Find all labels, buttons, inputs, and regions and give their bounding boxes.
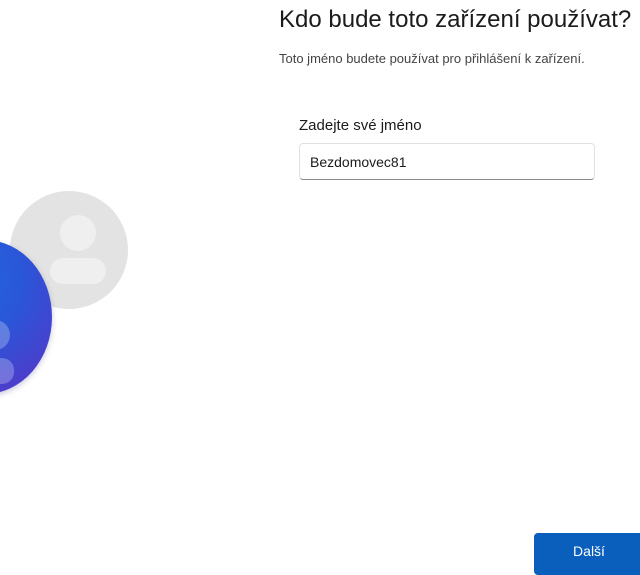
name-field-label: Zadejte své jméno <box>299 117 422 134</box>
avatar-head <box>0 320 10 350</box>
avatar-shoulders <box>0 358 14 384</box>
page-title: Kdo bude toto zařízení používat? <box>279 6 632 33</box>
avatar-head <box>60 215 96 251</box>
illustration <box>0 0 260 570</box>
name-input[interactable] <box>299 143 595 180</box>
next-button[interactable]: Další <box>534 533 640 575</box>
page-subtitle: Toto jméno budete používat pro přihlášen… <box>279 51 585 66</box>
avatar-shoulders <box>50 258 106 284</box>
